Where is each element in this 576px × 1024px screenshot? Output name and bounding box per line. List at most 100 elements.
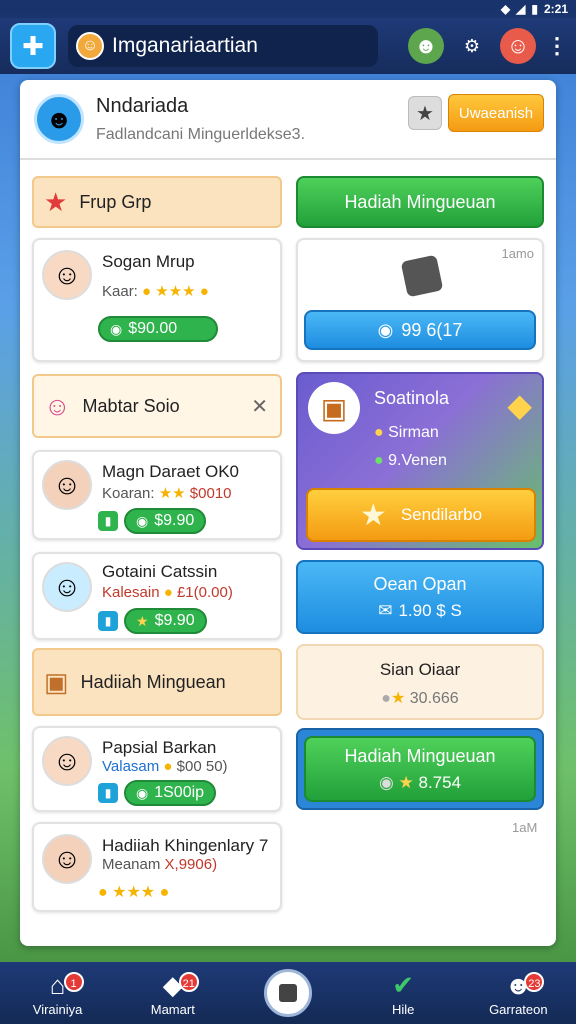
nav-label: Hile [391,1001,415,1017]
list-item[interactable]: ☺ Papsial Barkan Valasam ● $00 50) ▮ ◉ 1… [32,726,282,812]
list-item[interactable]: ☺ Hadiiah Khingenlary 7 Meanam X,9906) ●… [32,822,282,912]
list-item[interactable]: ☺ Magn Daraet OK0 Koaran: ★★ $0010 ▮ ◉ $… [32,450,282,540]
gift-icon: ◆ [507,387,532,423]
price-button[interactable]: ◉ 99 6(17 [304,310,536,350]
promo-card[interactable]: ▣ Soatinola ◆ ● Sirman ● 9.Venen ★ Sendi… [296,372,544,550]
price-row: ▮ ◉ $9.90 [98,508,207,534]
notification-badge: 1 [63,971,84,992]
top-bar: ✚ ☺ Imganariaartian ☻ ⚙ ☺ ⋮ [0,18,576,74]
globe-icon: ◉ [377,319,394,340]
section-header-hadiah[interactable]: ▣ Hadiiah Minguean [32,648,282,716]
price-button[interactable]: ◉ $90.00 [98,316,218,342]
price-button[interactable]: ◉ 1S00ip [124,780,217,806]
card-value: ●★ 30.666 [381,690,459,707]
star-icon: ★ [44,186,68,217]
coin-icon: ◉ [136,784,149,801]
item-subtitle: Kalesain ● £1(0.00) [102,584,233,601]
section-title: Hadiiah Minguean [80,671,226,692]
nav-item-home[interactable]: ⌂ 1 Virainiya [18,970,98,1017]
avatar: ☺ [42,736,92,786]
price-button[interactable]: ★ $9.90 [124,608,207,634]
card-title: Sian Oiaar [379,660,461,679]
profile-subtitle: Fadlandcani Minguerldekse3. [96,125,306,143]
profile-name: Nndariada [96,94,189,117]
section-title: Frup Grp [79,191,152,212]
promo-line-1: ● Sirman [374,424,439,441]
tag-icon: ▮ [98,611,118,631]
app-title: Imganariaartian [112,34,258,57]
profile-action-button[interactable]: Uwaeanish [448,94,544,132]
promo-cta-button[interactable]: ★ Sendilarbo [306,488,536,542]
puzzle-icon[interactable]: ✚ [10,23,56,69]
card-value: ◉ ★ 8.754 [378,772,462,792]
promo-title: Soatinola [374,388,450,408]
title-pill[interactable]: ☺ Imganariaartian [68,25,378,67]
status-bar: ◆ ◢ ▮ 2:21 [0,0,576,18]
tag-icon: ▮ [98,783,118,803]
coin-icon: ◉ [110,320,123,337]
item-subtitle: Kaar: ● ★★★ ● [102,283,209,300]
hadiah-mingueuan-button[interactable]: Hadiah Mingueuan [296,176,544,228]
hadiah-card-button[interactable]: Hadiah Mingueuan ◉ ★ 8.754 [304,736,536,802]
item-card[interactable]: 1amo ◉ 99 6(17 [296,238,544,362]
wifi-icon: ◆ [500,2,511,16]
nav-item-center[interactable] [248,969,328,1017]
home-icon: ⌂ [49,969,66,1000]
item-title: Hadiiah Khingenlary 7 [102,836,269,855]
price-button[interactable]: ◉ $9.90 [124,508,207,534]
notification-badge: 23 [524,971,545,992]
bottom-nav: ⌂ 1 Virainiya ◆ 21 Mamart ✔ Hile ☻ 23 Ga… [0,962,576,1024]
main-panel: ☻ Nndariada Fadlandcani Minguerldekse3. … [20,80,556,946]
coin-icon: ◉ [136,512,149,529]
status-time: 2:21 [543,2,568,16]
nav-label: Mamart [150,1001,195,1017]
card-title: Oean Opan [373,573,467,594]
notification-badge: 21 [178,971,199,992]
hadiah-panel: Hadiah Mingueuan ◉ ★ 8.754 [296,728,544,810]
signal-icon: ◢ [516,2,526,16]
avatar: ☺ [76,32,104,60]
nav-item-check[interactable]: ✔ Hile [363,970,443,1017]
price-row: ▮ ◉ 1S00ip [98,780,217,806]
item-title: Sogan Mrup [102,252,195,271]
mail-icon: ✉ [378,600,393,620]
section-header-mabtar[interactable]: ☺ Mabtar Soio ✕ [32,374,282,438]
battery-icon: ▮ [531,2,538,16]
rating-row: ● ★★★ ● [98,884,170,901]
nav-item-profile[interactable]: ☻ 23 Garrateon [478,970,558,1017]
star-icon: ★ [136,612,149,629]
sian-oiaar-card[interactable]: Sian Oiaar ●★ 30.666 [296,644,544,720]
oean-opan-card[interactable]: Oean Opan ✉ 1.90 $ S [296,560,544,634]
avatar: ☺ [42,834,92,884]
nav-label: Garrateon [489,1001,548,1017]
stop-icon [263,969,312,1017]
close-icon[interactable]: ✕ [251,394,268,419]
settings-icon[interactable]: ⚙ [454,28,490,64]
item-title: Magn Daraet OK0 [102,462,240,481]
tag-icon: ▮ [98,511,118,531]
promo-avatar: ▣ [308,382,360,434]
card-value: ✉ 1.90 $ S [378,600,462,620]
card-title: Hadiah Mingueuan [344,745,496,766]
item-subtitle: Valasam ● $00 50) [102,758,228,775]
corner-label: 1amo [501,246,534,261]
item-icon [400,254,444,298]
profile-avatar[interactable]: ☻ [34,94,84,144]
corner-label: 1aM [512,820,538,835]
price-row: ▮ ★ $9.90 [98,608,207,634]
section-header-frup[interactable]: ★ Frup Grp [32,176,282,228]
more-options-icon[interactable]: ⋮ [546,33,568,59]
profile-icon[interactable]: ☺ [500,28,536,64]
avatar: ☺ [42,460,92,510]
list-item[interactable]: ☺ Gotaini Catssin Kalesain ● £1(0.00) ▮ … [32,552,282,640]
item-subtitle: Meanam X,9906) [102,856,218,873]
character-icon[interactable]: ☻ [408,28,444,64]
promo-line-2: ● 9.Venen [374,452,447,469]
favorite-star-icon[interactable]: ★ [408,96,442,130]
list-item[interactable]: ☺ Sogan Mrup Kaar: ● ★★★ ● ◉ $90.00 [32,238,282,362]
nav-item-market[interactable]: ◆ 21 Mamart [133,970,213,1017]
profile-text: Nndariada Fadlandcani Minguerldekse3. [96,95,305,144]
section-title: Mabtar Soio [82,395,180,416]
item-subtitle: Koaran: ★★ $0010 [102,485,232,502]
star-icon: ★ [359,498,387,532]
